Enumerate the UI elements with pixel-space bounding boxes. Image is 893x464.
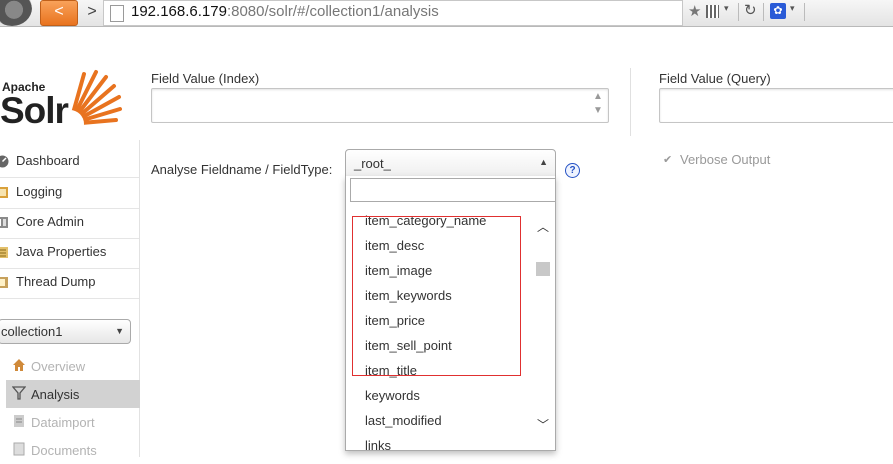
verbose-output-checkbox[interactable]: ✔	[663, 153, 672, 166]
back-button[interactable]: <	[40, 0, 78, 26]
toolbar-divider	[763, 3, 764, 21]
field-value-index-label: Field Value (Index)	[151, 71, 260, 86]
core-admin-icon	[0, 217, 8, 228]
core-item-label: Documents	[31, 443, 97, 458]
url-path: :8080/solr/#/collection1/analysis	[226, 3, 439, 20]
address-bar[interactable]: 192.168.6.179:8080/solr/#/collection1/an…	[103, 0, 683, 26]
chevron-down-icon[interactable]: ▾	[724, 3, 729, 14]
help-icon[interactable]: ?	[565, 163, 580, 178]
column-divider	[630, 68, 631, 136]
verbose-output-label: Verbose Output	[680, 152, 771, 167]
sidebar-item-label: Logging	[16, 184, 63, 199]
fieldtype-option[interactable]: links	[365, 438, 391, 450]
sidebar-item-thread-dump[interactable]: Thread Dump	[0, 268, 139, 299]
documents-icon	[13, 442, 25, 456]
field-value-index-input[interactable]: ▲ ▼	[151, 88, 609, 123]
core-item-documents[interactable]: Documents	[6, 436, 140, 464]
sidebar-item-dashboard[interactable]: Dashboard	[0, 147, 139, 178]
fieldtype-selected-value: _root_	[354, 156, 391, 171]
chevron-up-icon[interactable]: ︿	[537, 218, 549, 235]
sidebar-item-label: Dashboard	[16, 153, 80, 168]
fieldtype-select[interactable]: _root_ ▲	[345, 149, 556, 179]
core-item-label: Dataimport	[31, 415, 95, 430]
sidebar-item-core-admin[interactable]: Core Admin	[0, 208, 139, 239]
field-value-query-input[interactable]	[659, 88, 893, 123]
dataimport-icon	[14, 415, 24, 427]
logo-solr-text: Solr	[0, 90, 69, 131]
reload-icon[interactable]: ↻	[744, 1, 757, 19]
overview-icon	[13, 359, 25, 371]
core-item-analysis[interactable]: Analysis	[6, 380, 140, 408]
sidebar-item-label: Core Admin	[16, 214, 84, 229]
core-item-dataimport[interactable]: Dataimport	[6, 408, 140, 436]
forward-button[interactable]: >	[82, 1, 102, 23]
page-icon	[110, 5, 124, 22]
solr-sun-logo-icon	[66, 70, 122, 128]
scroll-down-icon[interactable]: ▼	[593, 105, 603, 116]
sidebar-item-logging[interactable]: Logging	[0, 178, 139, 209]
qr-code-icon[interactable]	[706, 5, 719, 18]
dropdown-scrollbar[interactable]: ︿ ﹀	[535, 206, 551, 450]
fieldtype-option[interactable]: last_modified	[365, 413, 442, 428]
sidebar-item-java-properties[interactable]: Java Properties	[0, 238, 139, 269]
field-value-query-label: Field Value (Query)	[659, 71, 771, 86]
browser-logo-icon	[0, 0, 32, 26]
fieldtype-search-input[interactable]	[350, 178, 555, 202]
search-engine-icon[interactable]: ✿	[770, 3, 786, 19]
url-text[interactable]: 192.168.6.179:8080/solr/#/collection1/an…	[131, 3, 439, 20]
logging-icon	[0, 187, 8, 198]
toolbar-divider	[738, 3, 739, 21]
core-item-label: Analysis	[31, 387, 80, 402]
chevron-up-icon: ▲	[539, 157, 548, 167]
fieldtype-option[interactable]: keywords	[365, 388, 420, 403]
chevron-down-icon: ▼	[115, 326, 124, 336]
bookmark-star-icon[interactable]: ★	[688, 2, 701, 20]
browser-toolbar: < > 192.168.6.179:8080/solr/#/collection…	[0, 0, 893, 27]
scrollbar-thumb[interactable]	[536, 262, 550, 276]
core-selector[interactable]: collection1 ▼	[0, 319, 131, 344]
java-properties-icon	[0, 247, 8, 258]
core-selector-value: collection1	[1, 324, 63, 339]
chevron-down-icon[interactable]: ▾	[790, 3, 795, 14]
analysis-icon	[12, 386, 26, 400]
thread-dump-icon	[0, 277, 8, 288]
fieldname-label: Analyse Fieldname / FieldType:	[151, 162, 333, 177]
core-item-overview[interactable]: Overview	[6, 352, 140, 380]
sidebar-item-label: Java Properties	[16, 244, 107, 259]
chevron-down-icon[interactable]: ﹀	[537, 416, 549, 433]
core-item-label: Overview	[31, 359, 86, 374]
toolbar-divider	[804, 3, 805, 21]
url-host: 192.168.6.179	[131, 3, 227, 20]
scroll-up-icon[interactable]: ▲	[593, 91, 603, 102]
sidebar-item-label: Thread Dump	[16, 274, 96, 289]
dashboard-icon	[0, 155, 9, 168]
annotation-highlight-box	[352, 216, 521, 376]
